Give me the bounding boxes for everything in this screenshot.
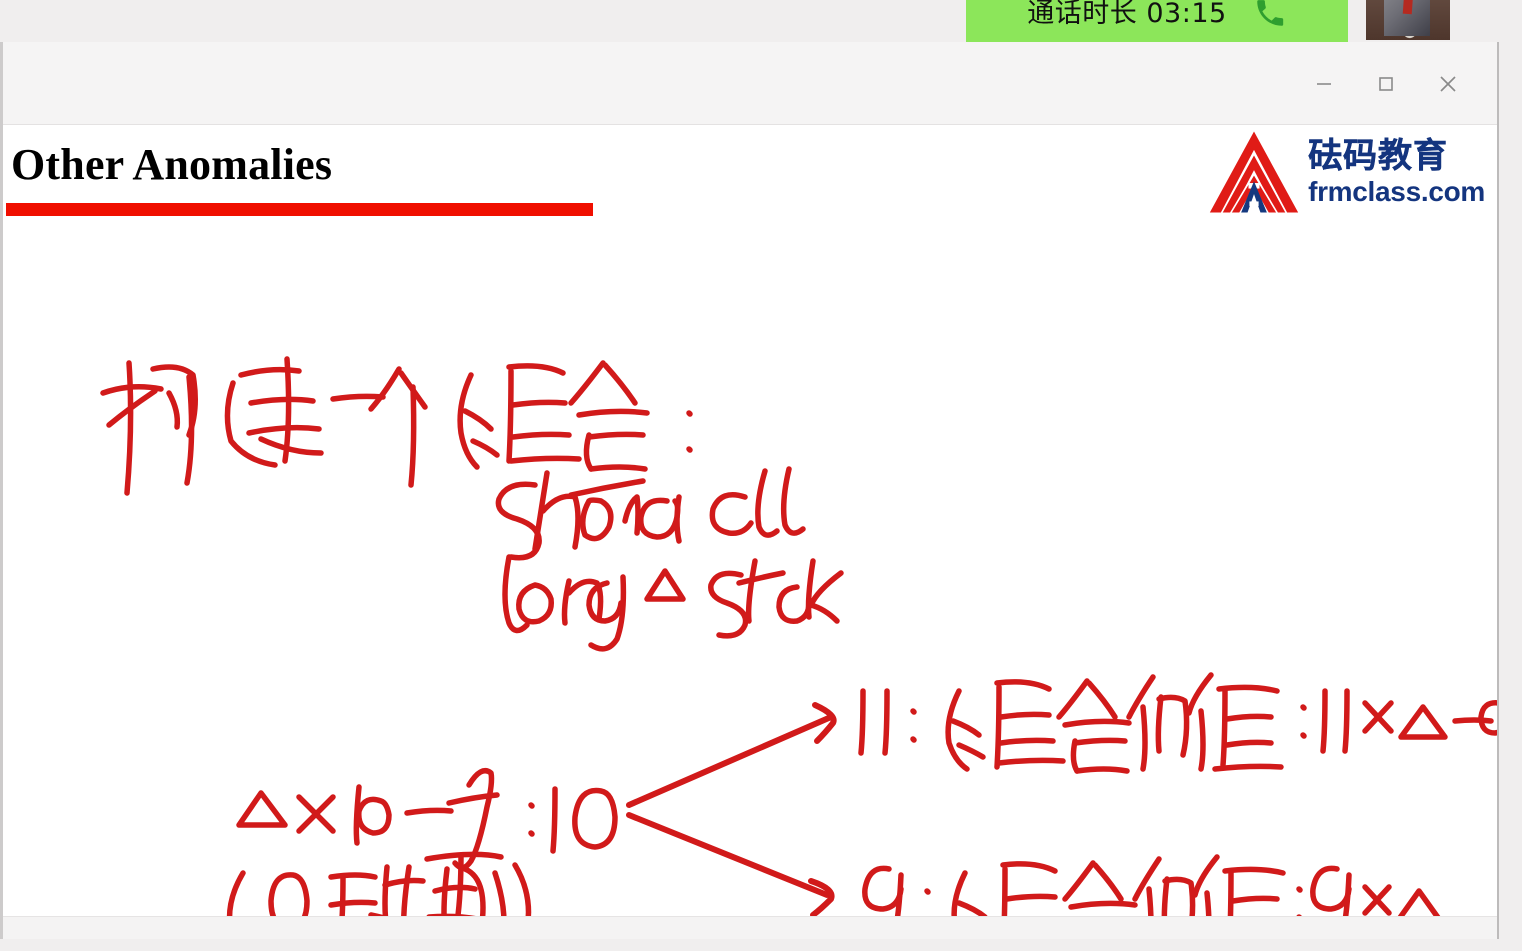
self-view-thumbnail[interactable] [1366,0,1450,40]
ink-branch-up-value [1320,688,1494,754]
call-duration-label: 通话时长 03:15 [1027,0,1227,29]
ink-char-zu [457,363,582,470]
ink-symbol-delta-1 [644,568,686,602]
ink-branch-up-text [945,672,1307,774]
call-duration-banner[interactable]: 通话时长 03:15 [966,0,1348,42]
frm-mountain-icon [1208,129,1300,215]
ink-branch-up-value-tail [1478,700,1497,736]
close-button[interactable] [1417,58,1479,110]
window-controls [1293,43,1479,125]
slide-canvas: Other Anomalies 砝码教育 frmclass.com [3,125,1497,936]
ink-branch-up-11 [858,688,917,756]
title-underline-rule [6,203,593,216]
ink-word-call [709,466,806,538]
ink-word-short [495,470,646,561]
page-title: Other Anomalies [11,140,333,189]
logo-chinese-name: 砝码教育 [1308,135,1449,176]
ink-char-gou [100,360,198,496]
ink-word-long [502,554,627,652]
window-bottom-strip [3,916,1497,939]
maximize-button[interactable] [1355,58,1417,110]
ink-cost-formula [236,768,535,871]
logo-website: frmclass.com [1308,175,1485,207]
ink-char-yi [330,393,386,402]
minimize-button[interactable] [1293,58,1355,110]
handwriting-annotation-layer [3,125,1497,936]
ink-branch-arrows [626,702,837,918]
ink-node-10 [550,786,618,854]
screen: 通话时长 03:15 Other Anomalies 砝码教育 frmclass… [0,0,1522,951]
ink-word-stock [708,558,844,639]
ink-char-he [568,360,650,472]
ink-char-ge [368,366,428,488]
ink-colon-1 [686,410,693,453]
presentation-window: Other Anomalies 砝码教育 frmclass.com [0,42,1499,939]
brand-logo: 砝码教育 frmclass.com [1208,129,1485,215]
thumbnail-image [1366,0,1450,40]
ink-word-a [638,494,682,544]
phone-icon [1253,0,1287,30]
ink-char-jian [224,356,324,468]
window-titlebar[interactable] [3,42,1497,125]
logo-text-block: 砝码教育 frmclass.com [1308,135,1485,207]
